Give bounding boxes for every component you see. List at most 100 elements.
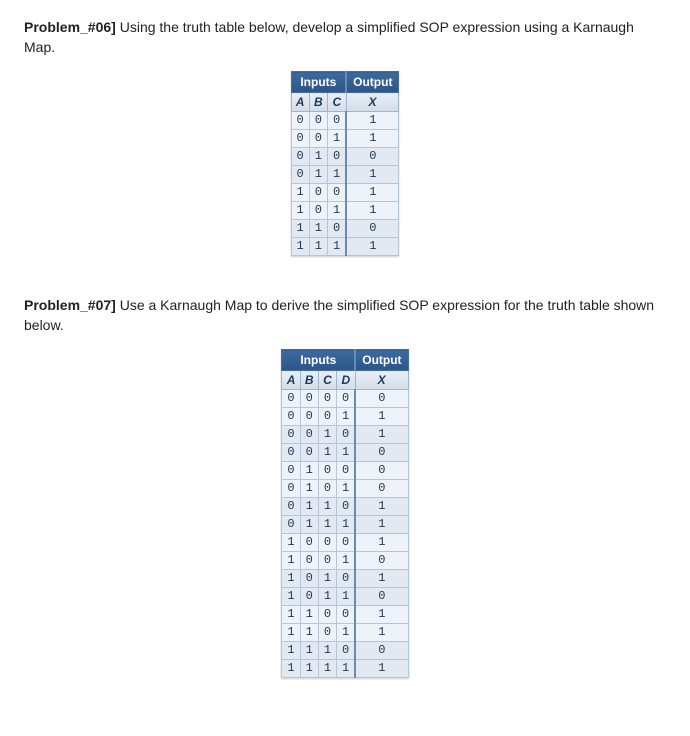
cell-d: 1 [337, 444, 356, 462]
cell-x: 1 [355, 408, 408, 426]
problem-06-label: Problem_#06] [24, 19, 116, 35]
cell-a: 0 [282, 426, 300, 444]
problem-07-label: Problem_#07] [24, 297, 116, 313]
cell-x: 1 [346, 130, 399, 148]
table-row: 11111 [282, 660, 408, 678]
cell-x: 0 [355, 552, 408, 570]
cell-x: 1 [355, 660, 408, 678]
cell-x: 1 [355, 606, 408, 624]
cell-d: 0 [337, 534, 356, 552]
cell-d: 1 [337, 408, 356, 426]
cell-b: 0 [300, 552, 318, 570]
cell-x: 0 [355, 588, 408, 606]
cell-b: 1 [309, 238, 327, 256]
col-c: C [318, 371, 336, 390]
table-row: 0001 [291, 112, 399, 130]
cell-b: 0 [309, 112, 327, 130]
cell-a: 0 [282, 390, 300, 408]
cell-a: 1 [282, 660, 300, 678]
cell-x: 0 [355, 462, 408, 480]
cell-b: 1 [300, 498, 318, 516]
cell-a: 0 [282, 408, 300, 426]
cell-b: 0 [309, 202, 327, 220]
cell-d: 0 [337, 426, 356, 444]
cell-b: 1 [309, 220, 327, 238]
cell-x: 0 [346, 148, 399, 166]
cell-a: 1 [291, 202, 309, 220]
col-a: A [291, 93, 309, 112]
problem-06: Problem_#06] Using the truth table below… [24, 18, 666, 256]
col-x: X [346, 93, 399, 112]
cell-b: 1 [309, 166, 327, 184]
cell-d: 0 [337, 570, 356, 588]
inputs-header: Inputs [291, 72, 346, 93]
table-row: 00000 [282, 390, 408, 408]
cell-x: 0 [346, 220, 399, 238]
table-row: 10101 [282, 570, 408, 588]
cell-a: 1 [282, 606, 300, 624]
cell-c: 0 [318, 606, 336, 624]
table-row: 0100 [291, 148, 399, 166]
table-row: 00011 [282, 408, 408, 426]
cell-a: 0 [282, 462, 300, 480]
cell-b: 1 [300, 516, 318, 534]
table-row: 1111 [291, 238, 399, 256]
cell-a: 1 [282, 570, 300, 588]
cell-a: 1 [291, 184, 309, 202]
table-row: 00101 [282, 426, 408, 444]
table-row: 10110 [282, 588, 408, 606]
cell-b: 1 [300, 480, 318, 498]
col-a: A [282, 371, 300, 390]
cell-a: 1 [282, 624, 300, 642]
cell-x: 0 [355, 390, 408, 408]
cell-x: 0 [355, 480, 408, 498]
table-row: 01010 [282, 480, 408, 498]
table-row: 01111 [282, 516, 408, 534]
cell-x: 1 [355, 624, 408, 642]
cell-c: 1 [327, 166, 346, 184]
table-row: 11001 [282, 606, 408, 624]
cell-d: 1 [337, 516, 356, 534]
cell-x: 1 [346, 112, 399, 130]
cell-a: 1 [291, 220, 309, 238]
table-row: 11011 [282, 624, 408, 642]
col-b: B [309, 93, 327, 112]
table-body: 0000000011001010011001000010100110101111… [282, 390, 408, 678]
cell-a: 1 [282, 588, 300, 606]
cell-c: 0 [327, 184, 346, 202]
cell-x: 1 [346, 202, 399, 220]
col-d: D [337, 371, 356, 390]
cell-x: 1 [346, 184, 399, 202]
cell-c: 0 [318, 480, 336, 498]
cell-a: 0 [282, 498, 300, 516]
cell-b: 0 [300, 390, 318, 408]
cell-b: 0 [300, 408, 318, 426]
cell-d: 1 [337, 552, 356, 570]
cell-b: 0 [300, 534, 318, 552]
cell-d: 1 [337, 588, 356, 606]
cell-x: 1 [355, 516, 408, 534]
cell-c: 1 [318, 444, 336, 462]
table-row: 01101 [282, 498, 408, 516]
cell-c: 0 [318, 534, 336, 552]
cell-d: 0 [337, 498, 356, 516]
cell-a: 1 [282, 534, 300, 552]
cell-a: 0 [291, 112, 309, 130]
cell-x: 1 [346, 166, 399, 184]
cell-x: 1 [355, 426, 408, 444]
cell-x: 0 [355, 642, 408, 660]
cell-b: 0 [300, 570, 318, 588]
cell-a: 0 [291, 130, 309, 148]
cell-a: 0 [291, 166, 309, 184]
table-head: Inputs Output A B C D X [282, 350, 408, 390]
problem-07-body: Use a Karnaugh Map to derive the simplif… [24, 297, 654, 333]
cell-c: 1 [327, 202, 346, 220]
problem-06-text: Problem_#06] Using the truth table below… [24, 18, 666, 57]
cell-c: 0 [318, 408, 336, 426]
output-header: Output [346, 72, 399, 93]
cell-a: 1 [282, 642, 300, 660]
table-row: 11100 [282, 642, 408, 660]
cell-c: 1 [327, 130, 346, 148]
cell-d: 0 [337, 642, 356, 660]
cell-c: 1 [318, 426, 336, 444]
